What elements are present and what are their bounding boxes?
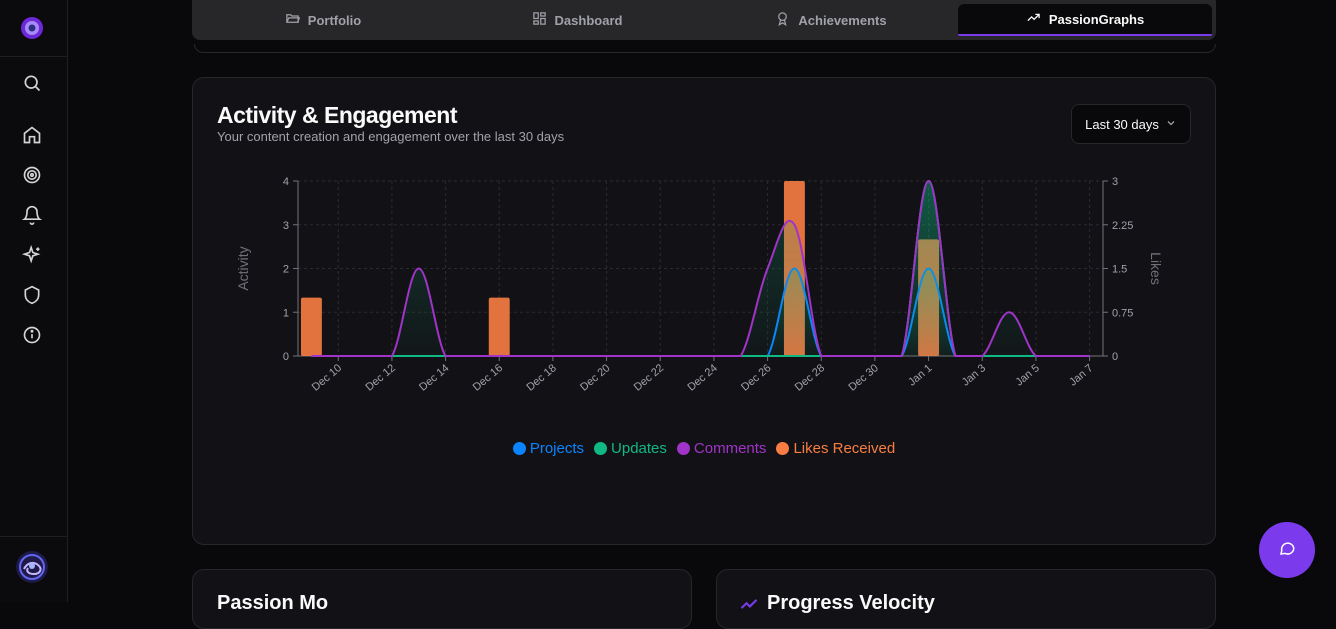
dashboard-grid-icon: [532, 11, 547, 29]
x-tick-label: Dec 24: [685, 362, 719, 394]
sidebar: [0, 0, 68, 602]
legend-label: Projects: [529, 440, 585, 457]
tab-portfolio[interactable]: Portfolio: [196, 4, 450, 36]
chat-button[interactable]: [1259, 522, 1315, 578]
tabs-underlay: [194, 44, 1216, 53]
tab-passiongraphs[interactable]: PassionGraphs: [958, 4, 1212, 36]
date-range-label: Last 30 days: [1085, 116, 1159, 132]
legend-swatch: [594, 442, 608, 455]
velocity-card: Progress Velocity: [716, 569, 1216, 629]
y2-tick-label: 3: [1112, 176, 1118, 188]
likes-bar: [300, 297, 322, 356]
shield-icon[interactable]: [21, 284, 43, 306]
card-title: Progress Velocity: [767, 592, 935, 614]
y-tick-label: 4: [283, 176, 289, 188]
x-tick-label: Dec 18: [524, 362, 558, 394]
folder-open-icon: [285, 11, 301, 29]
trending-up-icon: [1026, 10, 1041, 28]
y-tick-label: 0: [283, 351, 289, 363]
legend-item-comments[interactable]: Comments: [676, 440, 767, 457]
x-tick-label: Dec 22: [632, 362, 666, 394]
legend-swatch: [676, 442, 690, 455]
x-tick-label: Dec 10: [310, 362, 344, 394]
tab-label: PassionGraphs: [1048, 11, 1145, 27]
date-range-select[interactable]: Last 30 days: [1071, 104, 1191, 144]
chat-bubble-icon: [1278, 539, 1296, 561]
bell-icon[interactable]: [21, 204, 43, 226]
y2-tick-label: 2.25: [1112, 220, 1133, 232]
passion-card: Passion Mo: [192, 569, 692, 629]
card-subtitle: Your content creation and engagement ove…: [217, 129, 565, 144]
trending-up-icon: [739, 594, 759, 614]
award-icon: [775, 11, 790, 29]
legend-label: Likes Received: [793, 440, 896, 457]
y2-axis-title: Likes: [1148, 252, 1164, 285]
info-icon[interactable]: [21, 324, 43, 346]
legend-swatch: [512, 442, 526, 455]
y-axis-title: Activity: [235, 246, 251, 290]
x-tick-label: Jan 7: [1067, 362, 1095, 388]
x-tick-label: Dec 28: [793, 362, 827, 394]
activity-chart: 0 1 2 3 4 0 0.75 1.5 2.25 3 Dec 10 Dec 12 Dec 14 Dec …: [235, 176, 1164, 394]
sidebar-divider: [0, 536, 67, 537]
tab-label: Achievements: [798, 12, 887, 28]
tab-label: Portfolio: [307, 12, 362, 28]
x-tick-label: Jan 5: [1014, 362, 1042, 388]
y-tick-label: 2: [283, 264, 289, 276]
legend-item-updates[interactable]: Updates: [594, 440, 667, 457]
y-tick-label: 1: [283, 307, 289, 319]
legend-item-likes[interactable]: Likes Received: [776, 440, 895, 457]
target-icon[interactable]: [21, 164, 43, 186]
chart-legend: Projects Updates Comments Likes Received: [193, 440, 1215, 457]
x-tick-label: Dec 12: [363, 362, 397, 394]
tab-label: Dashboard: [554, 12, 623, 28]
legend-swatch: [776, 442, 790, 455]
x-tick-label: Dec 30: [846, 362, 880, 394]
sidebar-divider: [0, 56, 67, 57]
likes-bar: [488, 297, 510, 356]
x-tick-label: Dec 14: [417, 362, 451, 394]
tab-achievements[interactable]: Achievements: [704, 4, 958, 36]
y-tick-label: 3: [283, 220, 289, 232]
home-icon[interactable]: [21, 124, 43, 146]
search-icon[interactable]: [21, 72, 43, 94]
legend-label: Comments: [693, 440, 767, 457]
tab-dashboard[interactable]: Dashboard: [450, 4, 704, 36]
x-tick-label: Jan 1: [906, 362, 934, 388]
x-tick-label: Dec 20: [578, 362, 612, 394]
x-tick-label: Dec 16: [471, 362, 505, 394]
app-logo[interactable]: [20, 16, 44, 40]
x-tick-label: Dec 26: [739, 362, 773, 394]
y2-tick-label: 1.5: [1112, 264, 1127, 276]
legend-label: Updates: [611, 440, 667, 457]
chevron-down-icon: [1165, 117, 1177, 132]
avatar[interactable]: [16, 551, 48, 583]
y2-tick-label: 0.75: [1112, 307, 1133, 319]
view-tabs: Portfolio Dashboard Achievements Passion…: [192, 0, 1216, 40]
card-title: Activity & Engagement: [217, 102, 458, 128]
legend-item-projects[interactable]: Projects: [512, 440, 585, 457]
y2-tick-label: 0: [1112, 351, 1118, 363]
activity-card: 0 1 2 3 4 0 0.75 1.5 2.25 3 Dec 10 Dec 12 Dec 14 Dec …: [192, 77, 1216, 545]
sparkles-icon[interactable]: [21, 244, 43, 266]
x-tick-label: Jan 3: [960, 362, 988, 388]
card-title: Passion Mo: [217, 592, 329, 614]
